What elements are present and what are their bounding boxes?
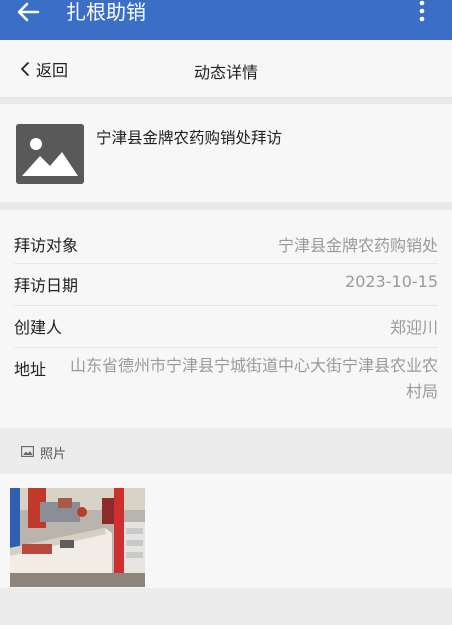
detail-value: 郑迎川 — [389, 318, 438, 337]
page-title: 动态详情 — [193, 63, 258, 82]
app-title: 扎根助销 — [66, 0, 146, 24]
detail-value: 2023-10-15 — [345, 272, 438, 291]
divider — [0, 202, 452, 210]
more-vertical-icon[interactable] — [418, 0, 426, 24]
image-placeholder-icon — [16, 124, 84, 184]
photos-section-header: 照片 — [0, 428, 452, 474]
detail-row-date: 拜访日期 2023-10-15 — [14, 264, 438, 306]
summary-headline: 宁津县金牌农药购销处拜访 — [96, 129, 283, 147]
summary-card: 宁津县金牌农药购销处拜访 — [0, 104, 452, 202]
app-bar: 扎根助销 — [0, 0, 452, 40]
detail-value: 山东省德州市宁津县宁城街道中心大街宁津县农业农村局 — [69, 356, 438, 401]
detail-row-address: 地址 山东省德州市宁津县宁城街道中心大街宁津县农业农村局 — [14, 348, 438, 418]
detail-row-target: 拜访对象 宁津县金牌农药购销处 — [14, 224, 438, 264]
detail-list: 拜访对象 宁津县金牌农药购销处 拜访日期 2023-10-15 创建人 郑迎川 … — [0, 210, 452, 428]
photo-gallery — [0, 474, 452, 588]
detail-value: 宁津县金牌农药购销处 — [277, 236, 438, 255]
detail-row-creator: 创建人 郑迎川 — [14, 306, 438, 348]
detail-label: 创建人 — [14, 318, 63, 337]
bottom-spacer — [0, 588, 452, 625]
sub-header: 返回 动态详情 — [0, 40, 452, 98]
photos-section-label: 照片 — [40, 447, 67, 462]
image-icon — [21, 446, 34, 457]
detail-label: 地址 — [14, 360, 47, 379]
detail-label: 拜访日期 — [14, 276, 79, 295]
visit-photo[interactable] — [10, 488, 145, 587]
arrow-left-icon[interactable] — [14, 0, 42, 26]
detail-label: 拜访对象 — [14, 236, 79, 255]
